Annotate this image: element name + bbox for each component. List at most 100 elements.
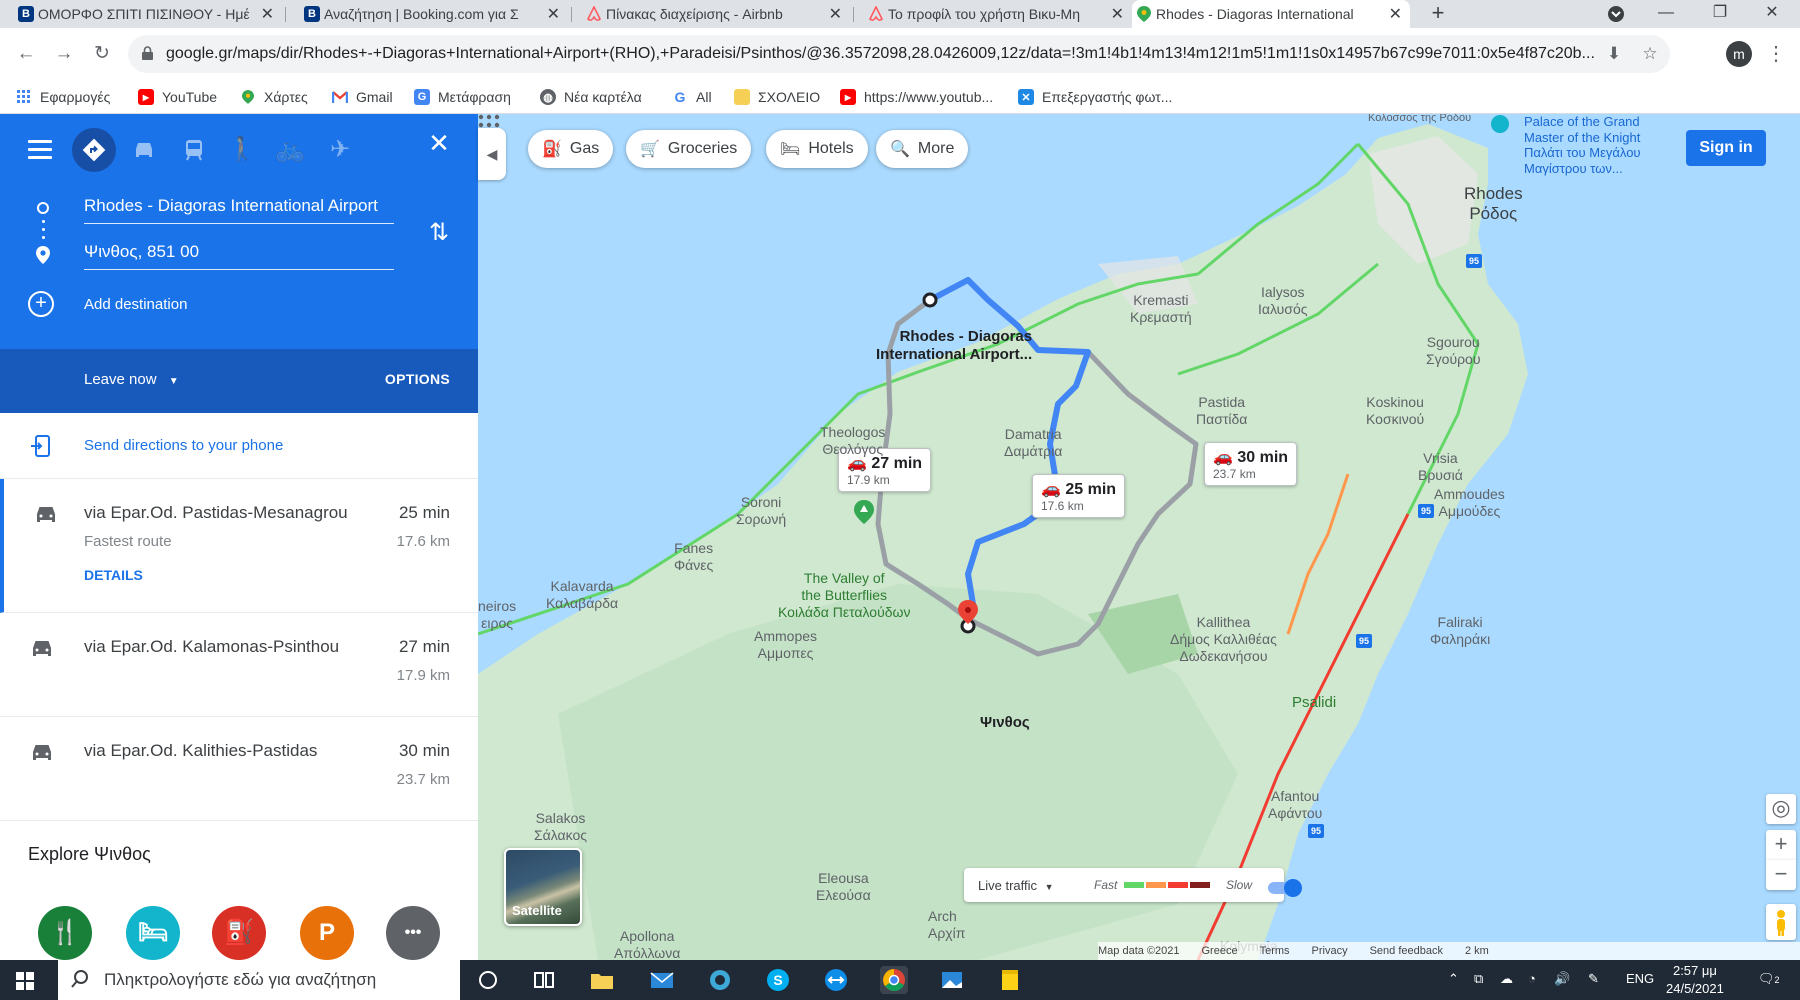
windows-start-icon[interactable] (16, 972, 34, 990)
taskbar-clock[interactable]: 2:57 μμ 24/5/2021 (1666, 962, 1724, 998)
bookmark-maps[interactable]: Χάρτες (240, 80, 308, 114)
my-location-icon[interactable]: ◎ (1766, 794, 1796, 824)
bookmark-star-icon[interactable]: ☆ (1640, 44, 1660, 64)
hotels-chip[interactable]: 🛏 Hotels (766, 130, 868, 168)
close-icon[interactable]: ✕ (829, 4, 842, 24)
chrome-icon[interactable] (880, 966, 908, 994)
bookmark-photo-editor[interactable]: ✕ Επεξεργαστής φωτ... (1018, 80, 1172, 114)
close-directions-icon[interactable]: ✕ (424, 128, 454, 158)
options-button[interactable]: OPTIONS (385, 371, 450, 387)
browser-menu-icon[interactable]: ⋮ (1766, 41, 1786, 67)
close-icon[interactable]: ✕ (1111, 4, 1124, 24)
route-callout-30[interactable]: 🚗 30 min 23.7 km (1204, 442, 1298, 486)
send-feedback-link[interactable]: Send feedback (1370, 945, 1443, 957)
task-view-icon[interactable] (530, 966, 558, 994)
tab-4[interactable]: Το προφίλ του χρήστη Βικυ-Μη ✕ (864, 0, 1132, 28)
edge-icon[interactable] (706, 966, 734, 994)
landmark-marker-icon[interactable] (1491, 115, 1509, 133)
tray-overflow-icon[interactable]: ⌃ (1448, 971, 1459, 987)
teamviewer-icon[interactable] (822, 966, 850, 994)
bookmark-youtube-link[interactable]: ▶ https://www.youtub... (840, 80, 993, 114)
network-icon[interactable]: ◔ (1528, 971, 1536, 986)
hotels-icon[interactable]: 🛏 (126, 906, 180, 960)
route-option[interactable]: via Epar.Od. Kalithies-Pastidas 30 min 2… (0, 717, 478, 821)
parking-icon[interactable]: P (300, 906, 354, 960)
bookmark-folder-school[interactable]: ΣΧΟΛΕΙΟ (734, 80, 820, 114)
route-option[interactable]: via Epar.Od. Kalamonas-Psinthou 27 min 1… (0, 613, 478, 717)
zoom-out-button[interactable]: − (1766, 860, 1796, 890)
reload-icon[interactable]: ↻ (90, 42, 114, 66)
tray-app-icon[interactable]: ⧉ (1474, 971, 1483, 987)
more-icon[interactable]: ••• (386, 906, 440, 960)
flight-mode-icon[interactable]: ✈ (318, 128, 362, 172)
transit-mode-icon[interactable] (172, 128, 216, 172)
leave-now-dropdown[interactable]: Leave now ▼ (84, 371, 179, 388)
bookmark-apps[interactable]: Εφαρμογές (16, 80, 110, 114)
route-callout-25[interactable]: 🚗 25 min 17.6 km (1032, 474, 1126, 518)
restore-icon[interactable]: ❐ (1700, 0, 1740, 28)
notifications-icon[interactable]: 🗨2 (1758, 971, 1780, 987)
terms-link[interactable]: Terms (1260, 945, 1290, 957)
file-explorer-icon[interactable] (588, 966, 616, 994)
tab-3[interactable]: Πίνακας διαχείρισης - Airbnb ✕ (582, 0, 850, 28)
pen-icon[interactable]: ✎ (1588, 971, 1599, 987)
volume-icon[interactable]: 🔊 (1554, 971, 1570, 987)
add-destination-label: Add destination (84, 295, 188, 313)
bookmark-all[interactable]: G All (672, 80, 712, 114)
tab-search-icon[interactable] (1596, 0, 1636, 28)
sticky-notes-icon[interactable] (996, 966, 1024, 994)
language-indicator[interactable]: ENG (1626, 971, 1654, 986)
traffic-toggle[interactable] (1268, 879, 1302, 897)
minimize-icon[interactable]: — (1646, 0, 1686, 28)
taskbar-search-box[interactable]: Πληκτρολογήστε εδώ για αναζήτηση (58, 960, 460, 1000)
gas-station-icon[interactable]: ⛽ (212, 906, 266, 960)
map-canvas[interactable]: ⛽ Gas 🛒 Groceries 🛏 Hotels 🔍 More Sign in 🚗 … (478, 114, 1800, 960)
install-app-icon[interactable]: ⬇ (1604, 44, 1624, 64)
skype-icon[interactable]: S (764, 966, 792, 994)
walking-mode-icon[interactable]: 🚶 (220, 128, 264, 172)
send-to-phone-row[interactable]: Send directions to your phone (0, 413, 478, 479)
origin-marker[interactable] (922, 292, 938, 308)
pegman-icon[interactable] (1766, 904, 1796, 940)
new-tab-button[interactable]: + (1424, 0, 1452, 28)
car-mode-icon[interactable] (122, 128, 166, 172)
mail-icon[interactable] (648, 966, 676, 994)
cortana-icon[interactable] (474, 966, 502, 994)
restaurants-icon[interactable]: 🍴 (38, 906, 92, 960)
bookmark-translate[interactable]: G Μετάφραση (414, 80, 511, 114)
groceries-chip[interactable]: 🛒 Groceries (626, 130, 752, 168)
destination-input[interactable]: Ψινθος, 851 00 (84, 238, 394, 270)
tab-1[interactable]: B ΟΜΟΡΦΟ ΣΠΙΤΙ ΠΙΣΙΝΘΟΥ - Ημέ ✕ (14, 0, 282, 28)
swap-direction-icon[interactable]: ⇅ (424, 218, 454, 248)
address-bar[interactable]: google.gr/maps/dir/Rhodes+-+Diagoras+Int… (128, 35, 1670, 73)
close-window-icon[interactable]: ✕ (1752, 0, 1792, 28)
tab-5-active[interactable]: Rhodes - Diagoras International ✕ (1132, 0, 1410, 28)
cycling-mode-icon[interactable]: 🚲 (268, 128, 312, 172)
bookmark-gmail[interactable]: Gmail (332, 80, 393, 114)
route-details-link[interactable]: DETAILS (84, 567, 143, 583)
privacy-link[interactable]: Privacy (1312, 945, 1348, 957)
tab-2[interactable]: B Αναζήτηση | Booking.com για Σ ✕ (300, 0, 568, 28)
live-traffic-dropdown[interactable]: Live traffic ▼ (978, 878, 1054, 893)
photos-icon[interactable] (938, 966, 966, 994)
bookmark-youtube[interactable]: ▶ YouTube (138, 80, 217, 114)
sign-in-button[interactable]: Sign in (1686, 130, 1766, 166)
best-route-mode-icon[interactable] (72, 128, 116, 172)
origin-input[interactable]: Rhodes - Diagoras International Airport (84, 192, 394, 224)
collapse-panel-button[interactable]: ◀ (478, 128, 506, 180)
close-icon[interactable]: ✕ (1389, 4, 1402, 24)
route-option[interactable]: via Epar.Od. Pastidas-Mesanagrou 25 min … (0, 479, 478, 613)
satellite-layer-toggle[interactable]: Satellite (504, 848, 582, 926)
more-chip[interactable]: 🔍 More (876, 130, 969, 168)
close-icon[interactable]: ✕ (261, 4, 274, 24)
bookmark-new-tab[interactable]: ◍ Νέα καρτέλα (540, 80, 642, 114)
region-link[interactable]: Greece (1202, 945, 1238, 957)
zoom-in-button[interactable]: + (1766, 830, 1796, 860)
profile-avatar[interactable]: m (1726, 41, 1752, 67)
gas-chip[interactable]: ⛽ Gas (528, 130, 614, 168)
back-icon[interactable]: ← (14, 42, 38, 66)
close-icon[interactable]: ✕ (547, 4, 560, 24)
add-destination-button[interactable]: + Add destination (28, 290, 187, 318)
forward-icon[interactable]: → (52, 42, 76, 66)
tray-cloud-icon[interactable]: ☁ (1500, 971, 1513, 987)
